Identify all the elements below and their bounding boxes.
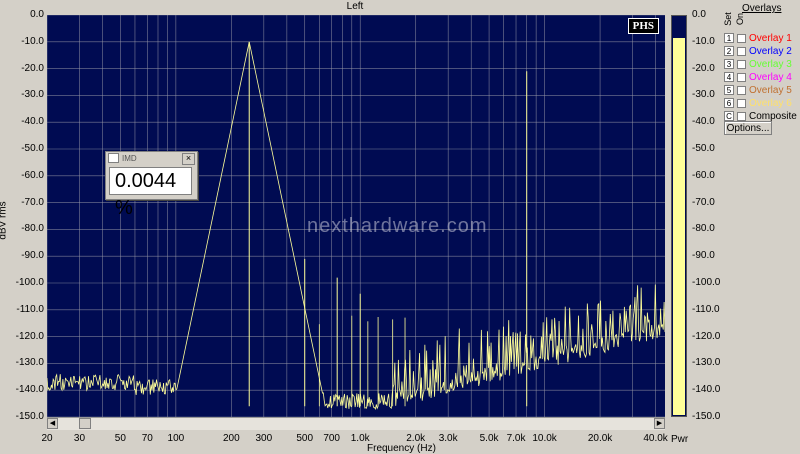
overlay-row[interactable]: 1 Overlay 1 xyxy=(724,32,792,44)
overlay-label: Overlay 1 xyxy=(749,32,792,44)
overlay-checkbox[interactable] xyxy=(737,33,746,43)
y-tick-label: -70.0 xyxy=(21,196,44,208)
meter-tick-label: -30.0 xyxy=(692,89,715,101)
y-tick-label: 0.0 xyxy=(30,9,44,20)
x-tick-label: 700 xyxy=(323,433,340,444)
x-axis-title: Frequency (Hz) xyxy=(367,443,436,454)
x-tick-label: 5.0k xyxy=(479,433,499,444)
overlay-checkbox[interactable] xyxy=(737,98,746,108)
watermark: nexthardware.com xyxy=(307,215,488,237)
overlay-set-button[interactable]: 3 xyxy=(724,59,734,69)
x-tick-label: 50 xyxy=(114,433,126,444)
meter-tick-label: -100.0 xyxy=(692,277,721,288)
imd-window[interactable]: IMD × 0.0044 % xyxy=(105,151,198,219)
overlay-label: Overlay 5 xyxy=(749,84,792,96)
overlay-set-button[interactable]: C xyxy=(724,111,734,121)
overlay-row[interactable]: 4 Overlay 4 xyxy=(724,71,792,83)
y-tick-label: -80.0 xyxy=(21,223,44,235)
overlay-set-button[interactable]: 4 xyxy=(724,72,734,82)
overlay-row[interactable]: 2 Overlay 2 xyxy=(724,45,792,57)
close-icon[interactable]: × xyxy=(182,153,195,165)
y-tick-label: -90.0 xyxy=(21,250,44,262)
y-axis-title: dBV rms xyxy=(0,201,9,240)
x-tick-label: 20 xyxy=(41,433,53,444)
x-tick-label: 40.0k xyxy=(643,433,668,444)
meter-tick-label: -130.0 xyxy=(692,357,721,369)
meter-tick-label: -140.0 xyxy=(692,384,721,396)
y-tick-label: -150.0 xyxy=(15,411,44,422)
x-tick-label: 3.0k xyxy=(438,433,458,444)
imd-title: IMD xyxy=(122,153,137,163)
x-tick-label: 300 xyxy=(255,433,273,444)
overlay-set-button[interactable]: 5 xyxy=(724,85,734,95)
overlay-checkbox[interactable] xyxy=(737,111,746,121)
spectrum-plot[interactable]: PHS nexthardware.com xyxy=(47,15,665,417)
scroll-thumb[interactable] xyxy=(79,418,91,429)
x-tick-label: 70 xyxy=(141,433,153,444)
meter-tick-label: -20.0 xyxy=(692,62,715,74)
options-button[interactable]: Options... xyxy=(724,121,772,135)
y-tick-label: -130.0 xyxy=(15,357,44,369)
overlay-checkbox[interactable] xyxy=(737,72,746,82)
x-tick-label: 7.0k xyxy=(506,433,526,444)
meter-tick-label: -150.0 xyxy=(692,411,721,422)
y-tick-label: -60.0 xyxy=(21,169,44,181)
y-tick-label: -10.0 xyxy=(21,35,44,47)
y-tick-label: -100.0 xyxy=(15,277,44,288)
overlay-row[interactable]: 6 Overlay 6 xyxy=(724,97,792,109)
y-tick-label: -140.0 xyxy=(15,384,44,396)
power-meter-label: Pwr xyxy=(671,434,689,445)
overlay-checkbox[interactable] xyxy=(737,59,746,69)
overlay-checkbox[interactable] xyxy=(737,85,746,95)
x-tick-label: 10.0k xyxy=(532,433,557,444)
x-tick-label: 100 xyxy=(167,433,185,444)
x-tick-label: 30 xyxy=(73,433,86,444)
overlay-set-button[interactable]: 1 xyxy=(724,33,734,43)
meter-tick-label: -60.0 xyxy=(692,169,715,181)
meter-tick-label: 0.0 xyxy=(692,9,706,20)
power-meter-fill xyxy=(673,37,685,415)
meter-tick-label: -50.0 xyxy=(692,143,715,154)
overlay-label: Overlay 3 xyxy=(749,58,792,70)
meter-tick-label: -70.0 xyxy=(692,196,715,208)
overlays-title: Overlays xyxy=(742,3,782,14)
overlay-set-button[interactable]: 6 xyxy=(724,98,734,108)
meter-tick-label: -80.0 xyxy=(692,223,715,235)
overlay-label: Overlay 6 xyxy=(749,97,792,109)
phs-badge: PHS xyxy=(627,18,659,34)
y-tick-label: -120.0 xyxy=(15,330,44,342)
overlays-header-on: On xyxy=(735,12,746,26)
imd-value: 0.0044 % xyxy=(109,167,192,219)
x-tick-label: 200 xyxy=(223,433,240,444)
meter-tick-label: -90.0 xyxy=(692,250,715,262)
overlay-set-button[interactable]: 2 xyxy=(724,46,734,56)
y-tick-label: -50.0 xyxy=(21,143,44,154)
overlay-label: Overlay 2 xyxy=(749,45,792,57)
window-title: Left xyxy=(346,1,364,12)
overlay-label: Overlay 4 xyxy=(749,71,792,83)
y-tick-label: -30.0 xyxy=(21,89,44,101)
overlay-checkbox[interactable] xyxy=(737,46,746,56)
overlays-header-set: Set xyxy=(722,12,733,26)
meter-tick-label: -120.0 xyxy=(692,330,721,342)
window-icon xyxy=(108,153,119,163)
y-tick-label: -20.0 xyxy=(21,62,44,74)
overlay-row[interactable]: 3 Overlay 3 xyxy=(724,58,792,70)
meter-tick-label: -110.0 xyxy=(692,303,720,315)
scroll-right-button[interactable]: ▶ xyxy=(654,418,665,429)
scroll-left-button[interactable]: ◀ xyxy=(47,418,58,429)
x-tick-label: 500 xyxy=(296,433,314,444)
horizontal-scrollbar[interactable]: ◀ ▶ xyxy=(47,417,665,430)
overlay-row[interactable]: 5 Overlay 5 xyxy=(724,84,792,96)
meter-tick-label: -10.0 xyxy=(692,35,715,47)
x-tick-label: 20.0k xyxy=(587,433,613,444)
overlay-label: Composite xyxy=(749,110,797,122)
y-tick-label: -40.0 xyxy=(21,116,44,128)
power-meter xyxy=(671,15,687,417)
y-tick-label: -110.0 xyxy=(16,303,44,315)
meter-tick-label: -40.0 xyxy=(692,116,715,128)
